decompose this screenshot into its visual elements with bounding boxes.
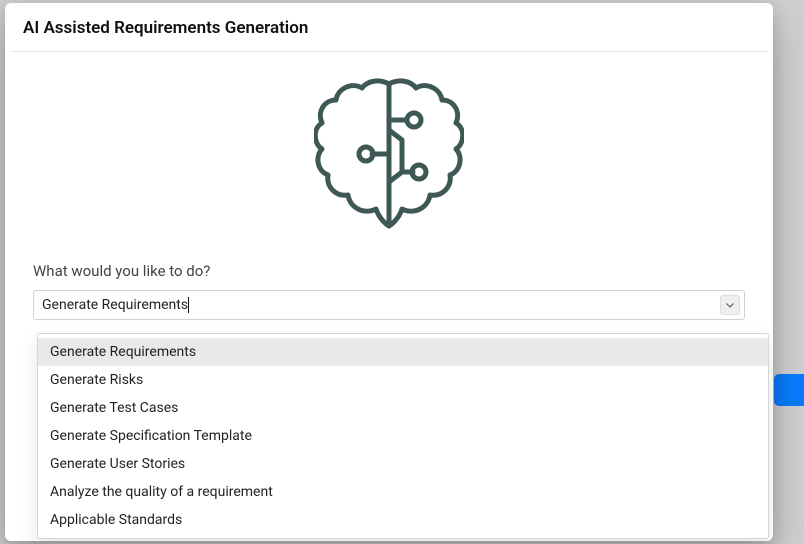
brain-circuit-icon [314, 76, 464, 238]
dropdown-option[interactable]: Generate Test Cases [38, 394, 768, 422]
text-cursor [188, 297, 189, 313]
modal-title: AI Assisted Requirements Generation [5, 3, 773, 51]
hero-illustration [5, 52, 773, 248]
dropdown-option[interactable]: Generate Risks [38, 366, 768, 394]
prompt-label: What would you like to do? [5, 248, 773, 290]
ai-requirements-modal: AI Assisted Requirements Generation [5, 3, 773, 541]
combobox-toggle[interactable] [720, 295, 740, 315]
combobox-value: Generate Requirements [34, 297, 720, 313]
side-action-button[interactable] [774, 374, 804, 406]
dropdown-option[interactable]: Applicable Standards [38, 506, 768, 534]
action-combobox[interactable]: Generate Requirements [33, 290, 745, 320]
dropdown-option[interactable]: Analyze the quality of a requirement [38, 478, 768, 506]
dropdown-option[interactable]: Generate User Stories [38, 450, 768, 478]
chevron-down-icon [726, 303, 734, 308]
action-dropdown[interactable]: Generate RequirementsGenerate RisksGener… [37, 333, 769, 539]
dropdown-option[interactable]: Generate Specification Template [38, 422, 768, 450]
dropdown-option[interactable]: Generate Requirements [38, 338, 768, 366]
